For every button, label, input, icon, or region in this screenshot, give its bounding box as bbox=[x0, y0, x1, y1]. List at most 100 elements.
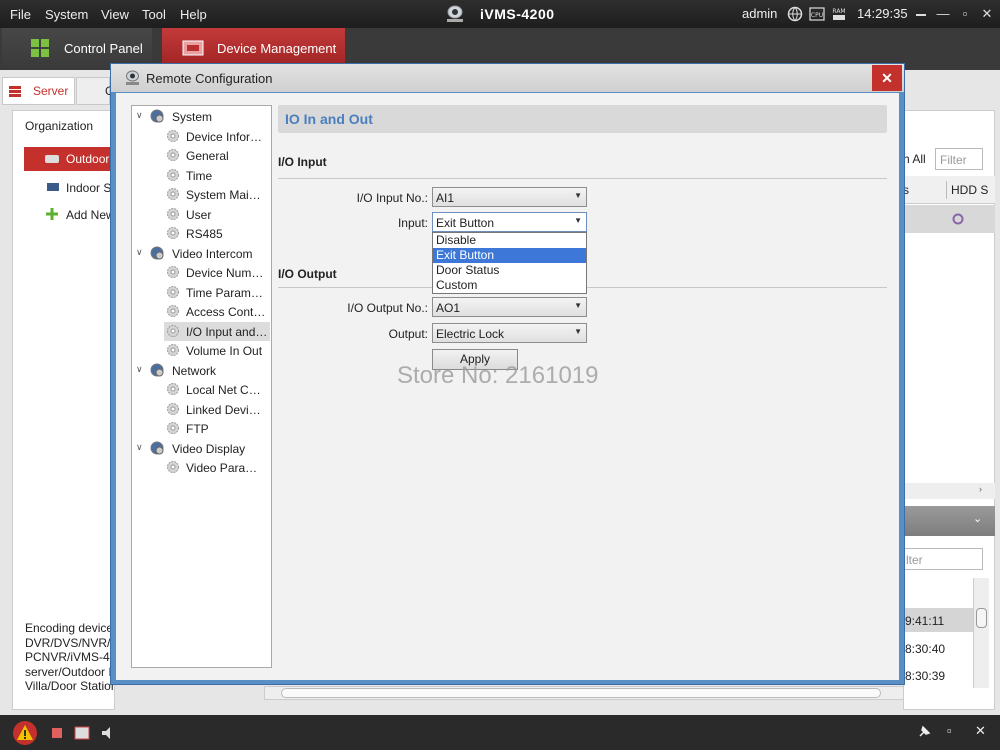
org-item-outdoor[interactable]: Outdoor bbox=[24, 147, 116, 171]
tree-item[interactable]: Time bbox=[164, 166, 270, 185]
close-panel-icon[interactable]: ✕ bbox=[975, 723, 986, 739]
tree-item[interactable]: System Mai… bbox=[164, 185, 270, 204]
input-label: Input: bbox=[397, 216, 428, 230]
subtab-server-label: Server bbox=[33, 84, 69, 98]
add-new-label: Add New bbox=[66, 208, 115, 222]
expand-caret-icon[interactable]: ∨ bbox=[136, 364, 143, 375]
tree-item[interactable]: RS485 bbox=[164, 224, 270, 243]
input-option-exit-button[interactable]: Exit Button bbox=[433, 248, 586, 263]
tree-item[interactable]: General bbox=[164, 146, 270, 165]
gear-icon bbox=[167, 149, 179, 161]
tree-item[interactable]: Access Cont… bbox=[164, 302, 270, 321]
io-output-no-value: AO1 bbox=[436, 301, 461, 315]
tree-item-label: Video Para… bbox=[186, 461, 258, 475]
tree-item-label: Time bbox=[186, 168, 213, 183]
tree-item-label: Network bbox=[172, 363, 217, 378]
tree-item[interactable]: Volume In Out bbox=[164, 341, 270, 360]
tree-item-label: FTP bbox=[186, 422, 209, 436]
globe-gear-icon bbox=[150, 109, 164, 123]
section-header: IO In and Out bbox=[278, 105, 887, 133]
event-filter-input[interactable]: lter bbox=[903, 548, 983, 570]
svg-text:CPU: CPU bbox=[811, 12, 823, 19]
tree-item-label: Video Display bbox=[172, 441, 246, 456]
input-select[interactable]: Exit Button ▼ bbox=[432, 212, 587, 232]
device-table-row[interactable] bbox=[903, 205, 995, 233]
tree-item[interactable]: I/O Input and… bbox=[164, 321, 270, 341]
tab-control-panel-label: Control Panel bbox=[64, 41, 143, 56]
tree-item[interactable]: Time Param… bbox=[164, 283, 270, 302]
tree-item-label: Access Cont… bbox=[186, 305, 266, 319]
tree-item[interactable]: ∨ System bbox=[134, 107, 254, 126]
subtab-group[interactable]: G bbox=[76, 77, 114, 105]
tree-item[interactable]: Device Infor… bbox=[164, 127, 270, 146]
io-input-no-select[interactable]: AI1 ▼ bbox=[432, 187, 587, 207]
config-tree: ∨ System Device Infor… General Time System Ma… bbox=[131, 105, 272, 668]
tree-item[interactable]: FTP bbox=[164, 419, 270, 438]
input-option-disable[interactable]: Disable bbox=[433, 233, 586, 248]
tree-item-label: User bbox=[186, 207, 212, 222]
tree-item-label: Time Param… bbox=[186, 285, 263, 300]
alarm-output-icon[interactable] bbox=[50, 725, 66, 741]
tree-item[interactable]: User bbox=[164, 205, 270, 224]
tree-item[interactable]: ∨ Video Display bbox=[134, 439, 254, 458]
org-item-indoor[interactable]: Indoor S bbox=[24, 176, 116, 200]
dialog-close-button[interactable]: ✕ bbox=[872, 65, 902, 91]
gear-icon bbox=[167, 461, 179, 473]
gear-icon bbox=[167, 344, 179, 356]
event-time-row[interactable]: 9:41:11 bbox=[905, 608, 973, 632]
io-output-section-title: I/O Output bbox=[278, 267, 337, 281]
input-value: Exit Button bbox=[436, 216, 495, 230]
subtab-server[interactable]: Server bbox=[2, 77, 75, 105]
event-v-scrollbar[interactable] bbox=[973, 578, 989, 688]
lock-icon[interactable] bbox=[912, 5, 930, 23]
minimize-button[interactable]: — bbox=[934, 5, 952, 23]
input-option-custom[interactable]: Custom bbox=[433, 278, 586, 293]
tree-item[interactable]: Device Num… bbox=[164, 263, 270, 282]
monitor-icon bbox=[47, 183, 59, 191]
image-icon[interactable] bbox=[74, 725, 90, 741]
pin-icon[interactable] bbox=[917, 725, 931, 739]
expand-caret-icon[interactable]: ∨ bbox=[136, 110, 143, 121]
dialog-title-bar: Remote Configuration ✕ bbox=[111, 64, 904, 92]
maximize-button[interactable]: ▫ bbox=[956, 5, 974, 23]
filter-input[interactable]: Filter bbox=[935, 148, 983, 170]
tree-item[interactable]: ∨ Video Intercom bbox=[134, 244, 254, 263]
plus-icon bbox=[46, 208, 58, 220]
tree-item[interactable]: Linked Devi… bbox=[164, 400, 270, 419]
output-value: Electric Lock bbox=[436, 327, 505, 341]
gear-icon bbox=[167, 402, 179, 415]
tree-item-label: Volume In Out bbox=[186, 344, 263, 358]
close-app-button[interactable]: ✕ bbox=[978, 5, 996, 23]
collapse-icon[interactable]: ⌄ bbox=[973, 512, 982, 525]
menu-system[interactable]: System bbox=[45, 7, 88, 22]
sound-icon[interactable] bbox=[100, 725, 116, 741]
tree-item[interactable]: ∨ Network bbox=[134, 361, 254, 380]
h-scrollbar[interactable]: › bbox=[903, 483, 995, 499]
expand-caret-icon[interactable]: ∨ bbox=[136, 247, 143, 258]
alarm-warning-icon[interactable] bbox=[12, 720, 38, 746]
refresh-all-button[interactable]: h All bbox=[903, 152, 926, 166]
event-time-row[interactable]: 8:30:39 bbox=[905, 663, 973, 687]
menu-view[interactable]: View bbox=[101, 7, 129, 22]
gear-icon bbox=[167, 207, 179, 220]
add-new-button[interactable]: Add New bbox=[24, 203, 116, 227]
tree-item[interactable]: Video Para… bbox=[164, 458, 270, 477]
input-option-door-status[interactable]: Door Status bbox=[433, 263, 586, 278]
menu-file[interactable]: File bbox=[10, 7, 31, 22]
globe-icon[interactable] bbox=[787, 6, 803, 22]
menu-help[interactable]: Help bbox=[180, 7, 207, 22]
tree-item-label: Linked Devi… bbox=[186, 402, 261, 417]
menu-tool[interactable]: Tool bbox=[142, 7, 166, 22]
restore-icon[interactable]: ▫ bbox=[947, 723, 952, 738]
bottom-h-scrollbar[interactable] bbox=[264, 686, 904, 700]
gear-icon bbox=[167, 266, 179, 278]
user-name[interactable]: admin bbox=[742, 6, 777, 21]
expand-caret-icon[interactable]: ∨ bbox=[136, 442, 143, 453]
event-time-row[interactable]: 8:30:40 bbox=[905, 636, 973, 660]
status-bar: ▫ ✕ bbox=[0, 715, 1000, 750]
output-select[interactable]: Electric Lock ▼ bbox=[432, 323, 587, 343]
io-output-no-select[interactable]: AO1 ▼ bbox=[432, 297, 587, 317]
gear-icon bbox=[167, 168, 179, 181]
app-title: iVMS-4200 bbox=[480, 6, 555, 22]
tree-item[interactable]: Local Net C… bbox=[164, 380, 270, 399]
